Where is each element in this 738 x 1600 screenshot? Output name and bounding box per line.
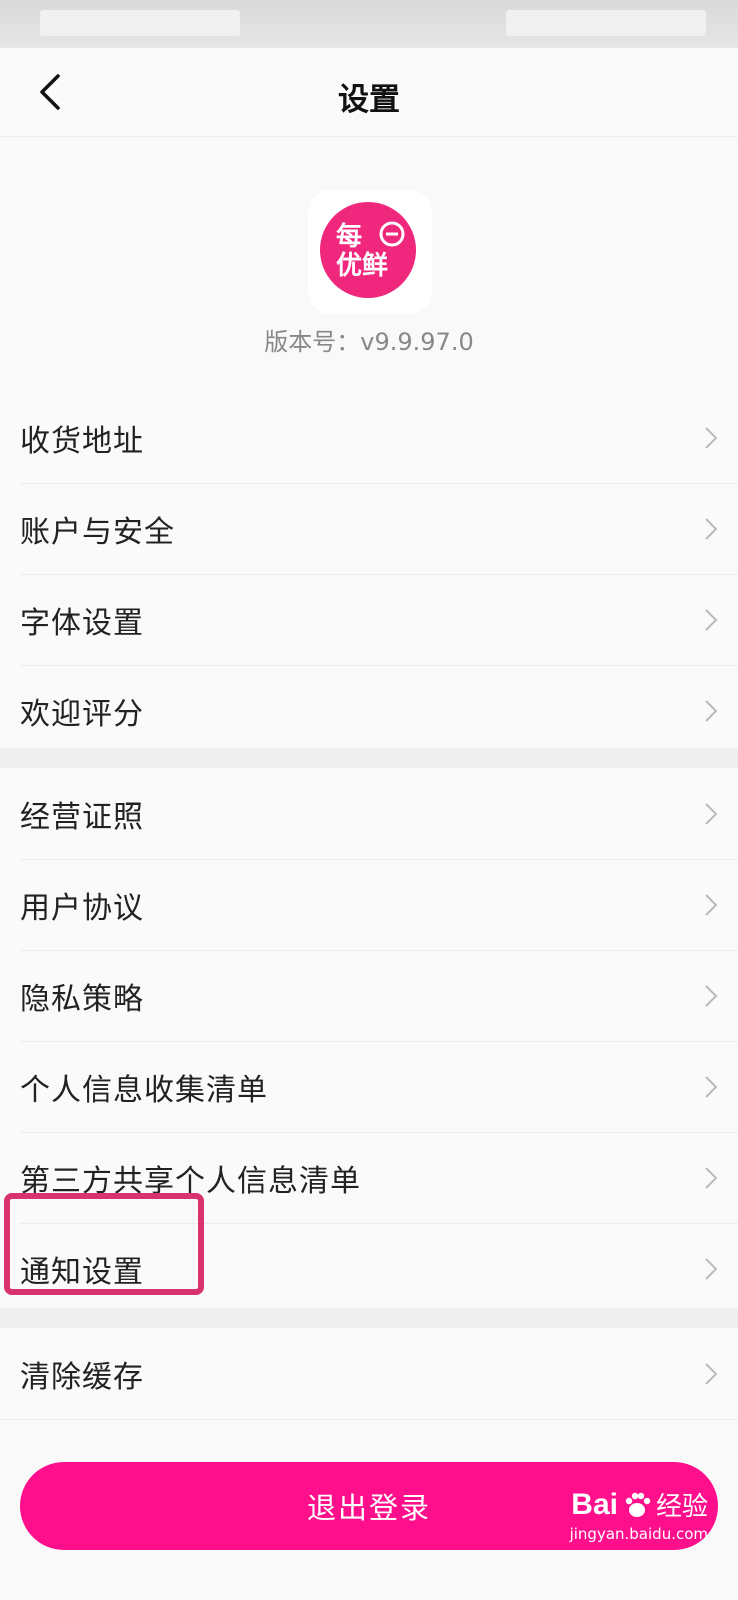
chevron-right-icon [705,699,718,722]
paw-icon [625,1492,651,1517]
section-divider [0,748,738,768]
chevron-right-icon [705,1362,718,1385]
chevron-right-icon [705,517,718,540]
status-blur-right [506,10,706,36]
watermark-brand: Bai [571,1487,618,1521]
chevron-right-icon [705,608,718,631]
chevron-right-icon [705,893,718,916]
settings-item-personal-info[interactable]: 个人信息收集清单 [0,1041,738,1132]
settings-item-privacy[interactable]: 隐私策略 [0,950,738,1041]
nav-bar: 设置 [0,48,738,137]
logout-label: 退出登录 [306,1493,431,1525]
watermark-url: jingyan.baidu.com [569,1525,708,1543]
baidu-watermark: Bai 经验 jingyan.baidu.com [570,1486,708,1546]
chevron-right-icon [705,802,718,825]
settings-item-label: 收货地址 [20,423,144,459]
settings-item-label: 字体设置 [20,605,144,641]
settings-item-address[interactable]: 收货地址 [0,392,738,483]
chevron-right-icon [705,1075,718,1098]
chevron-right-icon [705,1257,718,1280]
settings-section-3: 清除缓存 [0,1328,738,1420]
settings-item-label: 欢迎评分 [20,696,144,732]
settings-item-license[interactable]: 经营证照 [0,768,738,859]
chevron-right-icon [705,426,718,449]
settings-item-account-security[interactable]: 账户与安全 [0,483,738,574]
settings-item-label: 经营证照 [20,799,144,835]
svg-text:每: 每 [336,221,362,252]
chevron-right-icon [705,984,718,1007]
settings-item-label: 个人信息收集清单 [20,1072,268,1108]
settings-item-label: 用户协议 [20,890,144,926]
settings-item-font[interactable]: 字体设置 [0,574,738,665]
settings-item-label: 隐私策略 [20,981,144,1017]
page-title: 设置 [338,82,400,118]
annotation-highlight-box [4,1193,204,1295]
settings-item-rate[interactable]: 欢迎评分 [0,665,738,756]
watermark-tail: 经验 [655,1492,708,1522]
chevron-right-icon [705,1166,718,1189]
status-bar [0,0,738,48]
settings-item-label: 账户与安全 [20,514,175,550]
settings-section-1: 收货地址 账户与安全 字体设置 欢迎评分 [0,392,738,748]
status-blur-left [40,10,240,36]
settings-item-clear-cache[interactable]: 清除缓存 [0,1328,738,1419]
settings-item-label: 清除缓存 [20,1359,144,1395]
svg-text:优鲜: 优鲜 [336,251,388,281]
app-logo: 每 优鲜 [308,190,432,314]
version-label: 版本号：v9.9.97.0 [264,328,474,356]
section-divider [0,1308,738,1328]
app-logo-icon: 每 优鲜 [320,202,416,298]
settings-item-user-agreement[interactable]: 用户协议 [0,859,738,950]
